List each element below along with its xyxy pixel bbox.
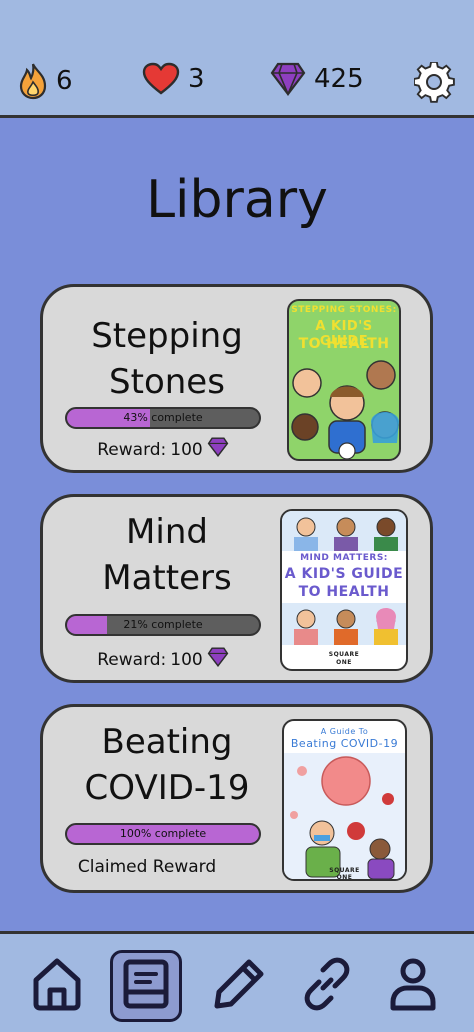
gems-counter: 425: [270, 62, 364, 96]
heart-icon: [142, 62, 180, 96]
reward-info: Reward: 100: [43, 437, 283, 462]
cover-text: TO HEALTH: [298, 336, 390, 352]
link-icon: [299, 956, 355, 1016]
top-status-bar: 6 3 425: [0, 0, 474, 118]
book-title-line: Stones: [109, 362, 225, 402]
nav-library-button[interactable]: [110, 950, 182, 1022]
home-icon: [31, 956, 83, 1016]
lives-count: 3: [188, 64, 205, 94]
book-card-mind-matters[interactable]: Mind Matters 21% complete Reward: 100 MI…: [40, 494, 433, 683]
cover-brand: SQUARE: [329, 867, 360, 874]
settings-button[interactable]: [413, 60, 460, 108]
book-card-beating-covid[interactable]: Beating COVID-19 100% complete Claimed R…: [40, 704, 433, 893]
claimed-reward-text: Claimed Reward: [27, 857, 267, 877]
reward-value: 100: [170, 439, 203, 460]
progress-bar: 100% complete: [65, 823, 261, 845]
cover-brand: SQUARE: [328, 651, 360, 658]
reward-value: 100: [170, 649, 203, 670]
nav-write-button[interactable]: [211, 956, 267, 1016]
nav-profile-button[interactable]: [385, 956, 441, 1016]
book-title-line: Matters: [102, 558, 232, 598]
gem-icon: [207, 437, 229, 462]
flame-icon: [18, 62, 48, 100]
book-title: Mind Matters: [57, 509, 277, 601]
kids-illustration: [291, 360, 399, 459]
progress-bar: 21% complete: [65, 614, 261, 636]
profile-icon: [387, 956, 439, 1016]
gem-icon: [270, 62, 306, 96]
progress-text: 43% complete: [123, 411, 203, 424]
cover-text: Beating COVID-19: [290, 737, 399, 750]
book-title-line: Stepping: [91, 316, 243, 356]
cover-text: TO HEALTH: [298, 584, 390, 600]
progress-bar: 43% complete: [65, 407, 261, 429]
progress-text: 100% complete: [119, 827, 207, 840]
cover-text: A Guide To: [320, 727, 369, 736]
streak-count: 6: [56, 66, 73, 96]
reward-label: Reward:: [97, 439, 167, 460]
streak-counter: 6: [18, 62, 73, 100]
book-cover-image: STEPPING STONES: A KID'S GUIDE TO HEALTH: [287, 299, 401, 461]
progress-text: 21% complete: [123, 618, 203, 631]
cover-text: STEPPING STONES:: [291, 305, 397, 315]
book-title: Stepping Stones: [57, 313, 277, 405]
cover-text: A KID'S GUIDE: [284, 566, 404, 582]
gear-icon: [413, 60, 456, 108]
bottom-navigation: [0, 931, 474, 1032]
pencil-icon: [211, 956, 267, 1016]
nav-home-button[interactable]: [29, 956, 85, 1016]
book-cover-image: MIND MATTERS: A KID'S GUIDE TO HEALTH SQ…: [280, 509, 408, 671]
nav-links-button[interactable]: [299, 956, 355, 1016]
cover-brand: ONE: [336, 659, 352, 666]
book-icon: [122, 958, 170, 1014]
reward-label: Reward:: [97, 649, 167, 670]
lives-counter: 3: [142, 62, 205, 96]
gems-count: 425: [314, 64, 364, 94]
reward-info: Reward: 100: [43, 647, 283, 672]
book-title-line: Mind: [126, 512, 208, 552]
page-title: Library: [146, 170, 328, 230]
book-title: Beating COVID-19: [57, 719, 277, 811]
cover-brand: ONE: [336, 874, 353, 881]
book-title-line: COVID-19: [84, 768, 250, 808]
book-card-stepping-stones[interactable]: Stepping Stones 43% complete Reward: 100…: [40, 284, 433, 473]
gem-icon: [207, 647, 229, 672]
claimed-label: Claimed Reward: [77, 857, 217, 877]
cover-text: MIND MATTERS:: [300, 553, 388, 563]
virus-illustration: [284, 753, 405, 879]
book-title-line: Beating: [101, 722, 233, 762]
book-cover-image: A Guide To Beating COVID-19 SQUARE ONE: [282, 719, 407, 881]
